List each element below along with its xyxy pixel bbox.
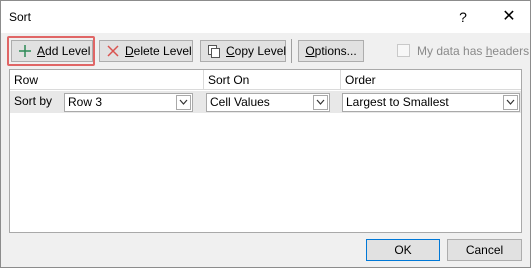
- order-select[interactable]: Largest to Smallest: [342, 93, 520, 112]
- chevron-down-icon[interactable]: [176, 95, 191, 110]
- chevron-down-icon[interactable]: [313, 95, 328, 110]
- chevron-down-icon[interactable]: [503, 95, 518, 110]
- order-select-value: Largest to Smallest: [346, 95, 449, 109]
- sort-levels-grid: Row Sort On Order Sort by Row 3 Cell Val…: [9, 69, 522, 233]
- title-bar: Sort ? ✕: [1, 1, 530, 33]
- add-level-button[interactable]: Add Level: [11, 40, 93, 62]
- add-level-label: Add Level: [37, 44, 91, 58]
- close-button[interactable]: ✕: [498, 7, 520, 27]
- headers-checkbox[interactable]: [397, 44, 410, 57]
- column-header-sort-on: Sort On: [204, 70, 341, 90]
- headers-checkbox-label: My data has headers: [417, 44, 530, 58]
- copy-level-label: Copy Level: [226, 44, 287, 58]
- column-header-order: Order: [341, 70, 521, 90]
- dialog-title: Sort: [9, 10, 32, 24]
- toolbar-separator: [291, 39, 292, 63]
- ok-button[interactable]: OK: [366, 239, 440, 261]
- help-button[interactable]: ?: [452, 7, 474, 27]
- row-select[interactable]: Row 3: [64, 93, 193, 112]
- ok-label: OK: [394, 243, 412, 257]
- sort-by-label: Sort by: [10, 91, 64, 113]
- options-label: Options...: [305, 44, 357, 58]
- sort-on-select-value: Cell Values: [210, 95, 270, 109]
- copy-level-button[interactable]: Copy Level: [200, 40, 286, 62]
- delete-level-button[interactable]: Delete Level: [99, 40, 193, 62]
- options-button[interactable]: Options...: [298, 40, 364, 62]
- x-icon: [106, 44, 120, 58]
- plus-icon: [18, 44, 32, 58]
- sort-on-select[interactable]: Cell Values: [206, 93, 330, 112]
- row-select-value: Row 3: [68, 95, 103, 109]
- delete-level-label: Delete Level: [125, 44, 192, 58]
- sort-dialog: Sort ? ✕ Add Level Delete Level Copy Lev…: [0, 0, 531, 268]
- column-header-row: Row: [10, 70, 204, 90]
- cancel-label: Cancel: [465, 243, 504, 257]
- copy-icon: [207, 44, 221, 58]
- cancel-button[interactable]: Cancel: [447, 239, 522, 261]
